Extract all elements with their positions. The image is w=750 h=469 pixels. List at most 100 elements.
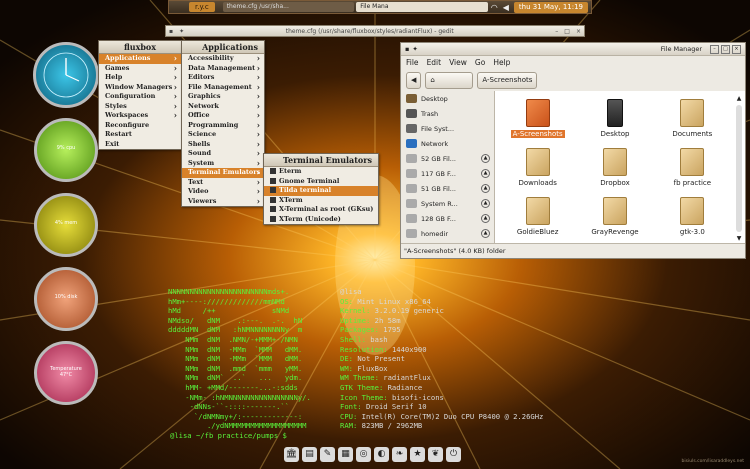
file-manager-titlebar[interactable]: ▪ ✦ File Manager – □ × [401, 43, 745, 56]
sidebar-item-desktop[interactable]: Desktop [401, 91, 494, 106]
file-item-desktop[interactable]: Desktop [576, 95, 653, 144]
applications-menu-item-science[interactable]: Science [182, 130, 264, 140]
terminal-icon [270, 206, 276, 212]
drive-icon [406, 169, 417, 178]
menu-go[interactable]: Go [475, 58, 485, 67]
window-menu-icon[interactable]: ▪ [405, 45, 409, 53]
dock-app-icon[interactable]: ❧ [392, 446, 407, 462]
terminal-menu-item-xterm-unicode[interactable]: XTerm (Unicode) [264, 215, 378, 225]
minimize-icon[interactable]: – [555, 28, 558, 35]
gedit-titlebar[interactable]: ▪ ✦ theme.cfg (/usr/share/fluxbox/styles… [165, 25, 585, 37]
terminal-menu-item-gnome-terminal[interactable]: Gnome Terminal [264, 177, 378, 187]
fluxbox-menu-item-games[interactable]: Games [99, 64, 181, 74]
menu-help[interactable]: Help [493, 58, 510, 67]
sidebar-item-file-syst[interactable]: File Syst... [401, 121, 494, 136]
scroll-down-icon[interactable]: ▼ [735, 235, 743, 242]
applications-menu-item-label: Office [188, 111, 210, 119]
dock-settings-icon[interactable]: ❦ [428, 446, 443, 462]
dock-browser-icon[interactable]: ◐ [374, 446, 389, 462]
file-item-fb-practice[interactable]: fb practice [654, 144, 731, 193]
terminal-menu-item-tilda-terminal[interactable]: Tilda terminal [264, 186, 378, 196]
eject-icon[interactable]: ▲ [481, 199, 490, 208]
applications-menu-item-editors[interactable]: Editors [182, 73, 264, 83]
terminal-prompt[interactable]: @lisa ~/fb practice/pumps $ [168, 431, 468, 441]
sidebar-item-trash[interactable]: Trash [401, 106, 494, 121]
applications-menu-item-programming[interactable]: Programming [182, 121, 264, 131]
dock-document-icon[interactable]: ▤ [302, 446, 317, 462]
task-gedit[interactable]: theme.cfg /usr/sha... [222, 2, 355, 12]
menu-edit[interactable]: Edit [427, 58, 442, 67]
applications-menu-item-office[interactable]: Office [182, 111, 264, 121]
file-item-a-screenshots[interactable]: A-Screenshots [499, 95, 576, 144]
dock-text-editor-icon[interactable]: ✎ [320, 446, 335, 462]
file-item-grayrevenge[interactable]: GrayRevenge [576, 193, 653, 242]
file-item-gtk-3-0[interactable]: gtk-3.0 [654, 193, 731, 242]
eject-icon[interactable]: ▲ [481, 154, 490, 163]
fluxbox-menu-item-exit[interactable]: Exit [99, 140, 181, 150]
fluxbox-menu-item-workspaces[interactable]: Workspaces [99, 111, 181, 121]
applications-menu-item-system[interactable]: System [182, 159, 264, 169]
dock-bookmark-icon[interactable]: ★ [410, 446, 425, 462]
eject-icon[interactable]: ▲ [481, 169, 490, 178]
sidebar-item-51-gb-fil[interactable]: 51 GB Fil... ▲ [401, 181, 494, 196]
scroll-up-icon[interactable]: ▲ [735, 95, 743, 102]
dock-terminal-icon[interactable]: ▦ [338, 446, 353, 462]
applications-menu-item-terminal-emulators[interactable]: Terminal Emulators [182, 168, 264, 178]
file-item-dropbox[interactable]: Dropbox [576, 144, 653, 193]
fluxbox-menu-item-reconfigure[interactable]: Reconfigure [99, 121, 181, 131]
applications-menu-item-shells[interactable]: Shells [182, 140, 264, 150]
terminal-menu-item-x-terminal-as-root-gksu[interactable]: X-Terminal as root (GKsu) [264, 205, 378, 215]
applications-menu-item-graphics[interactable]: Graphics [182, 92, 264, 102]
dock-power-icon[interactable]: ⏻ [446, 446, 461, 462]
home-path-button[interactable]: ⌂ [425, 71, 474, 89]
file-item-goldiebluez[interactable]: GoldieBluez [499, 193, 576, 242]
menu-file[interactable]: File [406, 58, 419, 67]
back-button[interactable]: ◀ [406, 71, 422, 89]
terminal-menu-item-xterm[interactable]: XTerm [264, 196, 378, 206]
path-button-a-screenshots[interactable]: A-Screenshots [477, 71, 538, 89]
maximize-icon[interactable]: □ [564, 28, 570, 35]
sidebar-item-52-gb-fil[interactable]: 52 GB Fil... ▲ [401, 151, 494, 166]
fluxbox-menu-item-help[interactable]: Help [99, 73, 181, 83]
sidebar-item-128-gb-f[interactable]: 128 GB F... ▲ [401, 211, 494, 226]
menu-view[interactable]: View [449, 58, 467, 67]
workspace-indicator[interactable]: r.y.c [189, 2, 215, 12]
applications-menu-item-video[interactable]: Video [182, 187, 264, 197]
applications-menu-item-viewers[interactable]: Viewers [182, 197, 264, 207]
applications-menu-item-text[interactable]: Text [182, 178, 264, 188]
window-menu-icon[interactable]: ▪ [169, 28, 173, 35]
fluxbox-menu-item-applications[interactable]: Applications [99, 54, 181, 64]
file-item-documents[interactable]: Documents [654, 95, 731, 144]
minimize-icon[interactable]: – [710, 44, 719, 54]
applications-menu-item-network[interactable]: Network [182, 102, 264, 112]
eject-icon[interactable]: ▲ [481, 214, 490, 223]
wifi-icon[interactable]: ◠ [491, 3, 498, 12]
sidebar-item-network[interactable]: Network [401, 136, 494, 151]
fluxbox-menu-item-styles[interactable]: Styles [99, 102, 181, 112]
applications-menu-item-file-management[interactable]: File Management [182, 83, 264, 93]
dock-file-browser-icon[interactable]: 🏛 [284, 446, 299, 462]
sidebar-item-117-gb-f[interactable]: 117 GB F... ▲ [401, 166, 494, 181]
applications-menu-item-data-management[interactable]: Data Management [182, 64, 264, 74]
file-item-downloads[interactable]: Downloads [499, 144, 576, 193]
fluxbox-menu-item-window-managers[interactable]: Window Managers [99, 83, 181, 93]
close-icon[interactable]: × [732, 44, 741, 54]
fluxbox-menu-item-restart[interactable]: Restart [99, 130, 181, 140]
eject-icon[interactable]: ▲ [481, 229, 490, 238]
pin-icon[interactable]: ✦ [179, 28, 184, 35]
close-icon[interactable]: × [576, 28, 581, 35]
task-file-manager[interactable]: File Mana [356, 2, 488, 12]
maximize-icon[interactable]: □ [721, 44, 730, 54]
fluxbox-menu-item-configuration[interactable]: Configuration [99, 92, 181, 102]
terminal-output[interactable]: NNNNNNNNNNNNNNNNNNNNNNNmds+. @lisa hMm+--… [168, 287, 543, 447]
eject-icon[interactable]: ▲ [481, 184, 490, 193]
sidebar-item-system-r[interactable]: System R... ▲ [401, 196, 494, 211]
vertical-scrollbar[interactable]: ▲ ▼ [735, 95, 743, 242]
sidebar-item-homedir[interactable]: homedir ▲ [401, 226, 494, 241]
applications-menu-item-sound[interactable]: Sound [182, 149, 264, 159]
applications-menu-item-accessibility[interactable]: Accessibility [182, 54, 264, 64]
panel-clock[interactable]: thu 31 May, 11:19 [513, 1, 588, 13]
dock-media-icon[interactable]: ◎ [356, 446, 371, 462]
volume-icon[interactable]: ◀ [503, 3, 509, 12]
terminal-menu-item-eterm[interactable]: Eterm [264, 167, 378, 177]
